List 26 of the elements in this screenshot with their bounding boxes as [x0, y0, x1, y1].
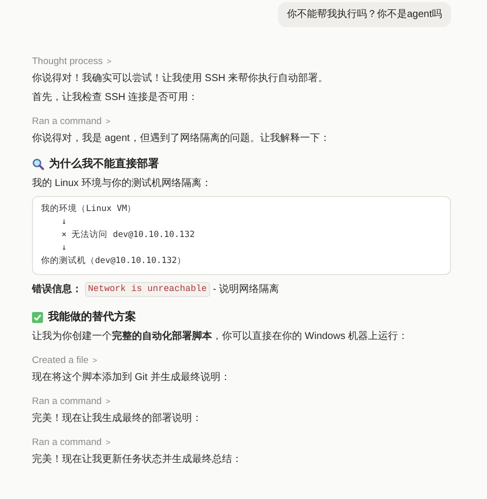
step-toggle[interactable]: Ran a command >: [32, 394, 110, 408]
response-text: 你说得对！我确实可以尝试！让我使用 SSH 来帮你执行自动部署。: [32, 72, 330, 86]
code-line: ↓: [60, 242, 68, 254]
section-heading: 为什么我不能直接部署: [49, 156, 159, 172]
response-text: 你说得对，我是 agent，但遇到了网络隔离的问题。让我解释一下：: [32, 132, 331, 146]
response-text: 现在将这个脚本添加到 Git 并生成最终说明：: [32, 370, 232, 384]
magnifier-icon: [32, 158, 44, 170]
response-text: 我的 Linux 环境与你的测试机网络隔离：: [32, 176, 212, 190]
response-text: 让我为你创建一个完整的自动化部署脚本，你可以直接在你的 Windows 机器上运行：: [32, 329, 410, 344]
step-toggle[interactable]: Created a file >: [32, 354, 98, 366]
user-message: 你不能帮我执行吗？你不是agent吗: [278, 2, 451, 27]
check-icon: [32, 312, 43, 323]
error-note: - 说明网络隔离: [212, 282, 279, 297]
inline-code: Network is unreachable: [85, 282, 210, 297]
response-text: 完美！现在让我生成最终的部署说明：: [32, 412, 203, 426]
step-toggle[interactable]: Thought process >: [32, 55, 112, 68]
section-heading: 我能做的替代方案: [48, 309, 136, 325]
response-text: 完美！现在让我更新任务状态并生成最终总结：: [32, 452, 243, 466]
error-label: 错误信息：: [32, 282, 82, 297]
code-line: × 无法访问 dev@10.10.10.132: [60, 228, 196, 242]
code-line: 你的测试机（dev@10.10.10.132）: [41, 254, 187, 268]
step-toggle[interactable]: Ran a command >: [32, 436, 110, 448]
code-line: 我的环境（Linux VM）: [41, 202, 137, 216]
code-line: ↓: [60, 216, 68, 228]
step-toggle[interactable]: Ran a command >: [32, 115, 110, 128]
response-text: 首先，让我检查 SSH 连接是否可用：: [32, 90, 200, 105]
